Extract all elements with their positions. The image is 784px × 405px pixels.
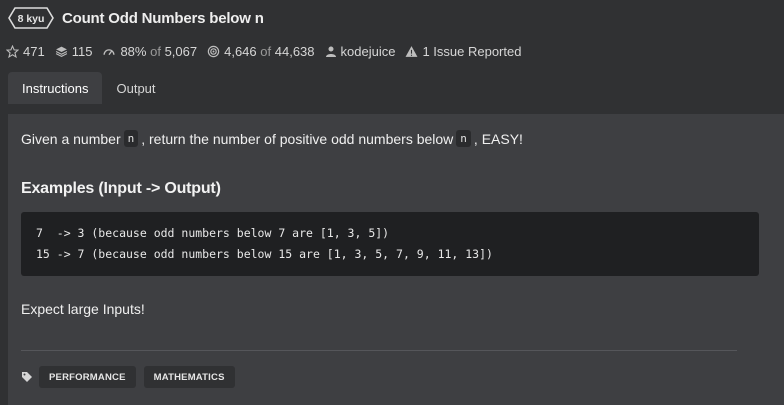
note-text: Expect large Inputs! bbox=[21, 301, 145, 317]
stats-bar: 471 115 88% of 5,067 4,646 of 44,638 kod… bbox=[6, 41, 531, 61]
warning-icon bbox=[405, 45, 418, 57]
examples-heading: Examples (Input -> Output) bbox=[21, 180, 221, 197]
inline-code-n: n bbox=[456, 130, 471, 147]
description-text-1: Given a number bbox=[21, 130, 121, 147]
satisfaction-percent: 88% bbox=[120, 43, 147, 59]
stars-stat[interactable]: 471 bbox=[6, 44, 45, 59]
tags-row: PERFORMANCE MATHEMATICS bbox=[21, 366, 243, 388]
satisfaction-total: 5,067 bbox=[164, 43, 198, 59]
code-line: 15 -> 7 (because odd numbers below 15 ar… bbox=[36, 247, 493, 261]
issues-label: 1 Issue Reported bbox=[422, 43, 522, 59]
star-icon bbox=[6, 44, 19, 58]
collections-count: 115 bbox=[71, 43, 93, 59]
title-row: 8 kyu Count Odd Numbers below n bbox=[8, 6, 264, 30]
completed-total: 44,638 bbox=[274, 43, 315, 59]
collections-stat[interactable]: 115 bbox=[55, 43, 93, 59]
tag-performance[interactable]: PERFORMANCE bbox=[39, 366, 136, 388]
gauge-icon bbox=[103, 48, 115, 55]
description-text-3: , EASY! bbox=[473, 130, 523, 147]
issues-stat[interactable]: 1 Issue Reported bbox=[405, 44, 521, 59]
tab-output[interactable]: Output bbox=[102, 72, 169, 104]
divider bbox=[21, 350, 737, 351]
description: Given a number n , return the number of … bbox=[21, 130, 523, 147]
tag-icon bbox=[22, 372, 32, 382]
tab-instructions[interactable]: Instructions bbox=[8, 72, 103, 104]
author-stat[interactable]: kodejuice bbox=[325, 43, 396, 59]
instructions-panel: Given a number n , return the number of … bbox=[8, 114, 784, 405]
rank-label: 8 kyu bbox=[18, 13, 45, 25]
code-line: 7 -> 3 (because odd numbers below 7 are … bbox=[36, 226, 390, 240]
target-icon bbox=[207, 45, 220, 57]
rank-badge: 8 kyu bbox=[8, 7, 54, 29]
inline-code-n: n bbox=[123, 130, 139, 147]
stack-icon bbox=[55, 46, 67, 57]
rank-hexagon-icon: 8 kyu bbox=[8, 7, 54, 29]
tag-mathematics[interactable]: MATHEMATICS bbox=[143, 366, 235, 388]
kata-title[interactable]: Count Odd Numbers below n bbox=[62, 10, 264, 27]
completed-of: of bbox=[260, 43, 272, 59]
user-icon bbox=[325, 46, 336, 57]
description-text-2: , return the number of positive odd numb… bbox=[141, 130, 454, 147]
satisfaction-of: of bbox=[150, 43, 161, 59]
completed-count: 4,646 bbox=[224, 43, 257, 59]
kata-header: 8 kyu Count Odd Numbers below n 471 115 bbox=[0, 0, 784, 120]
examples-code-block: 7 -> 3 (because odd numbers below 7 are … bbox=[21, 212, 759, 276]
completions-stat: 4,646 of 44,638 bbox=[207, 43, 315, 59]
satisfaction-stat: 88% of 5,067 bbox=[102, 44, 197, 59]
stars-count: 471 bbox=[23, 43, 45, 59]
tab-bar: Instructions Output bbox=[8, 72, 170, 104]
author-name: kodejuice bbox=[340, 43, 396, 59]
